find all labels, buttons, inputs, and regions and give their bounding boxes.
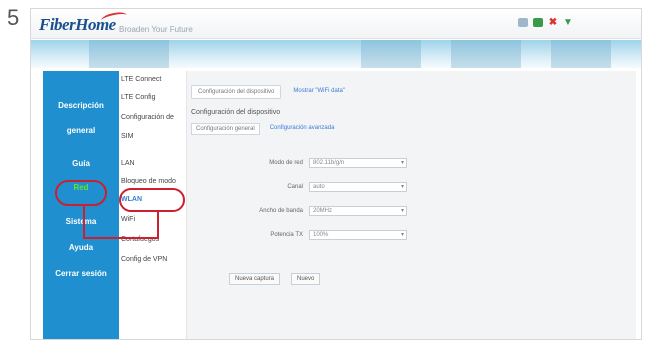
close-icon[interactable]: ✖ [548, 18, 558, 28]
submenu-item-mode-lock[interactable]: Bloqueo de modo [121, 177, 185, 186]
banner-shade [551, 40, 611, 68]
form-row-tx-power: Potencia TX 100% ▾ [207, 229, 427, 241]
subtab-bar: Configuración general Configuración avan… [191, 123, 338, 135]
new-capture-button[interactable]: Nueva captura [229, 273, 281, 285]
submenu-item-sim-config[interactable]: Configuración de SIM [121, 113, 185, 141]
annotation-connector [83, 206, 85, 239]
banner-shade [89, 40, 169, 68]
tx-power-select[interactable]: 100% ▾ [309, 230, 407, 240]
subtab-advanced[interactable]: Configuración avanzada [266, 123, 339, 135]
annotation-connector [83, 237, 159, 239]
sidebar-item-label: Descripción [58, 101, 104, 110]
annotation-connector [157, 212, 159, 239]
tab-show-wifi-data[interactable]: Mostrar "WiFi data" [287, 85, 351, 99]
step-number: 5 [7, 5, 20, 30]
content-panel: Configuración del dispositivo Mostrar "W… [186, 71, 636, 339]
form-row-bandwidth: Ancho de banda 20MHz ▾ [207, 205, 427, 217]
submenu-item-lte-config[interactable]: LTE Config [121, 93, 185, 102]
top-banner [31, 40, 641, 68]
new-button[interactable]: Nuevo [291, 273, 321, 285]
select-value: auto [313, 184, 325, 190]
chevron-down-icon: ▾ [400, 160, 404, 166]
chevron-down-icon: ▾ [400, 232, 404, 238]
chevron-down-icon: ▾ [400, 208, 404, 214]
network-mode-select[interactable]: 802.11b/g/n ▾ [309, 158, 407, 168]
channel-select[interactable]: auto ▾ [309, 182, 407, 192]
tab-bar: Configuración del dispositivo Mostrar "W… [191, 85, 351, 99]
monitor-icon[interactable] [533, 18, 543, 27]
banner-shade [361, 40, 421, 68]
chevron-down-icon: ▾ [400, 184, 404, 190]
submenu-item-wifi[interactable]: WiFi [121, 215, 185, 224]
sidebar-item-system[interactable]: Sistema [43, 217, 119, 226]
subtab-general[interactable]: Configuración general [191, 123, 260, 135]
field-label: Modo de red [269, 160, 303, 166]
field-label: Potencia TX [270, 232, 303, 238]
select-value: 20MHz [313, 208, 333, 214]
sidebar-item-help[interactable]: Ayuda [43, 243, 119, 252]
submenu-item-label: Configuración de [121, 114, 174, 121]
form-row-network-mode: Modo de red 802.11b/g/n ▾ [207, 157, 427, 169]
sidebar-item-logout[interactable]: Cerrar sesión [43, 269, 119, 278]
sidebar-item-label: general [66, 126, 96, 135]
sidebar-item-guide[interactable]: Guía [43, 159, 119, 168]
submenu-item-lan[interactable]: LAN [121, 159, 185, 168]
header: FiberHome Broaden Your Future ✖ ▼ [31, 9, 641, 39]
sidebar-item-overview[interactable]: Descripción general [43, 101, 119, 135]
select-value: 802.11b/g/n [313, 160, 345, 166]
highlight-circle-wlan [119, 188, 185, 212]
highlight-circle-red [55, 180, 107, 206]
select-value: 100% [313, 232, 329, 238]
bandwidth-select[interactable]: 20MHz ▾ [309, 206, 407, 216]
submenu-item-label: SIM [121, 133, 134, 140]
wifi-icon[interactable]: ▼ [563, 18, 573, 28]
submenu-item-lte-connect[interactable]: LTE Connect [121, 75, 185, 84]
field-label: Ancho de banda [259, 208, 303, 214]
field-label: Canal [287, 184, 303, 190]
section-title: Configuración del dispositivo [191, 109, 281, 116]
header-icons: ✖ ▼ [518, 18, 573, 28]
router-admin-window: FiberHome Broaden Your Future ✖ ▼ Descri… [30, 8, 642, 340]
tab-device-config[interactable]: Configuración del dispositivo [191, 85, 282, 99]
submenu-item-vpn[interactable]: Config de VPN [121, 255, 185, 264]
tagline: Broaden Your Future [119, 25, 193, 34]
screenshot-root: 5 FiberHome Broaden Your Future ✖ ▼ Desc… [0, 0, 648, 344]
mail-icon[interactable] [518, 18, 528, 27]
form-row-channel: Canal auto ▾ [207, 181, 427, 193]
banner-shade [451, 40, 521, 68]
